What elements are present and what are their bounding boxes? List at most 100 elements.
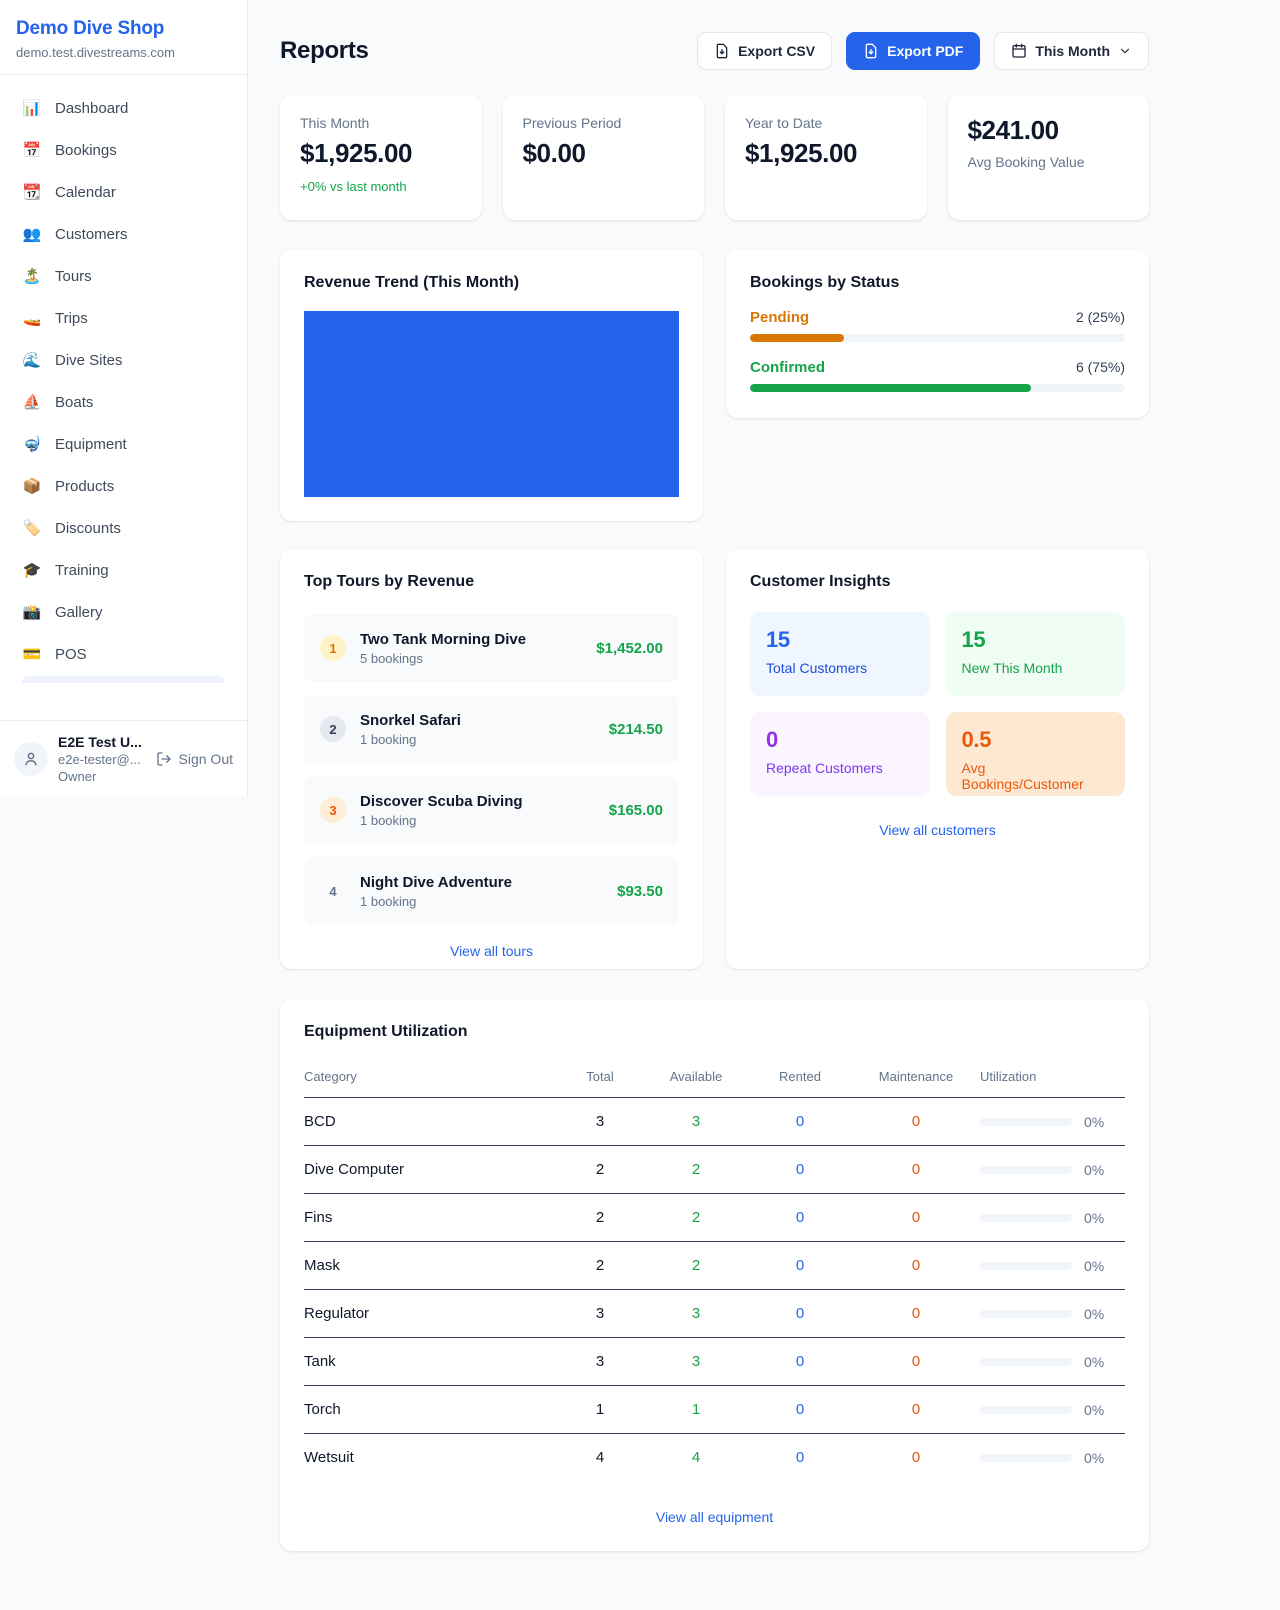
table-row: Regulator 3 3 0 0 0%: [304, 1290, 1125, 1338]
main-content: Reports Export CSV Export PDF This Month…: [248, 0, 1181, 1583]
cell-available: 2: [644, 1242, 748, 1290]
cell-total: 3: [556, 1098, 644, 1146]
tour-revenue: $165.00: [609, 802, 663, 819]
sidebar-item-pos[interactable]: 💳 POS: [12, 633, 235, 675]
stats-row: This Month $1,925.00 +0% vs last month P…: [280, 95, 1149, 220]
cell-total: 2: [556, 1242, 644, 1290]
stat-card-year-to-date: Year to Date $1,925.00: [725, 95, 927, 220]
insight-tile-total-customers: 15 Total Customers: [750, 612, 930, 696]
tour-bookings: 1 booking: [360, 732, 595, 747]
stat-value: $1,925.00: [745, 138, 907, 169]
page-header: Reports Export CSV Export PDF This Month: [280, 32, 1149, 70]
graduation-cap-icon: 🎓: [22, 563, 42, 578]
table-row: Dive Computer 2 2 0 0 0%: [304, 1146, 1125, 1194]
period-selector-button[interactable]: This Month: [994, 32, 1149, 70]
tour-list-item[interactable]: 4 Night Dive Adventure 1 booking $93.50: [304, 857, 679, 925]
cell-rented: 0: [748, 1242, 852, 1290]
sidebar-item-dive-sites[interactable]: 🌊 Dive Sites: [12, 339, 235, 381]
sidebar-item-customers[interactable]: 👥 Customers: [12, 213, 235, 255]
sidebar-item-products[interactable]: 📦 Products: [12, 465, 235, 507]
utilization-bar-track: [980, 1406, 1072, 1414]
sidebar-item-label: Equipment: [55, 436, 127, 453]
sidebar-item-label: Products: [55, 478, 114, 495]
export-csv-button[interactable]: Export CSV: [697, 32, 832, 70]
customer-insights-card: Customer Insights 15 Total Customers 15 …: [726, 549, 1149, 969]
sidebar-item-calendar[interactable]: 📆 Calendar: [12, 171, 235, 213]
status-row-confirmed: Confirmed 6 (75%): [750, 359, 1125, 392]
cell-available: 3: [644, 1098, 748, 1146]
cell-total: 3: [556, 1290, 644, 1338]
column-header-available: Available: [644, 1059, 748, 1098]
sidebar-item-gallery[interactable]: 📸 Gallery: [12, 591, 235, 633]
tour-revenue: $1,452.00: [596, 640, 663, 657]
cell-available: 1: [644, 1386, 748, 1434]
stat-value: $1,925.00: [300, 138, 462, 169]
cell-total: 2: [556, 1194, 644, 1242]
user-email: e2e-tester@...: [58, 752, 146, 767]
equipment-utilization-card: Equipment Utilization Category Total Ava…: [280, 999, 1149, 1551]
column-header-utilization: Utilization: [980, 1059, 1125, 1098]
revenue-trend-title: Revenue Trend (This Month): [304, 274, 679, 292]
tour-revenue: $93.50: [617, 883, 663, 900]
tour-list-item[interactable]: 1 Two Tank Morning Dive 5 bookings $1,45…: [304, 614, 679, 682]
insight-value: 15: [962, 627, 1110, 653]
chevron-down-icon: [1118, 44, 1132, 58]
utilization-bar-track: [980, 1166, 1072, 1174]
tour-list-item[interactable]: 3 Discover Scuba Diving 1 booking $165.0…: [304, 776, 679, 844]
cell-rented: 0: [748, 1146, 852, 1194]
insight-value: 0.5: [962, 727, 1110, 753]
sidebar-item-boats[interactable]: ⛵ Boats: [12, 381, 235, 423]
utilization-percent: 0%: [1084, 1162, 1104, 1178]
sidebar-header: Demo Dive Shop demo.test.divestreams.com: [0, 0, 247, 75]
cell-category: Regulator: [304, 1290, 556, 1338]
sidebar-item-tours[interactable]: 🏝️ Tours: [12, 255, 235, 297]
sidebar-item-label: Trips: [55, 310, 88, 327]
status-count: 2 (25%): [1076, 309, 1125, 325]
sidebar-active-item-partial[interactable]: [22, 676, 225, 683]
status-bar-track: [750, 384, 1125, 392]
sidebar-item-training[interactable]: 🎓 Training: [12, 549, 235, 591]
tour-name: Two Tank Morning Dive: [360, 631, 582, 648]
view-all-equipment-link[interactable]: View all equipment: [304, 1509, 1125, 1525]
cell-available: 3: [644, 1338, 748, 1386]
diving-mask-icon: 🤿: [22, 437, 42, 452]
shop-name: Demo Dive Shop: [16, 18, 231, 40]
sidebar-item-dashboard[interactable]: 📊 Dashboard: [12, 87, 235, 129]
sidebar-item-label: Boats: [55, 394, 93, 411]
calendar-icon: 📆: [22, 185, 42, 200]
tour-list-item[interactable]: 2 Snorkel Safari 1 booking $214.50: [304, 695, 679, 763]
cell-utilization: 0%: [980, 1338, 1125, 1386]
cell-rented: 0: [748, 1338, 852, 1386]
tour-bookings: 1 booking: [360, 894, 603, 909]
sidebar-item-label: Bookings: [55, 142, 117, 159]
cell-available: 3: [644, 1290, 748, 1338]
insight-label: Total Customers: [766, 660, 914, 676]
column-header-category: Category: [304, 1059, 556, 1098]
view-all-tours-link[interactable]: View all tours: [304, 943, 679, 959]
utilization-percent: 0%: [1084, 1354, 1104, 1370]
cell-total: 4: [556, 1434, 644, 1482]
view-all-customers-link[interactable]: View all customers: [750, 822, 1125, 838]
cell-rented: 0: [748, 1194, 852, 1242]
cell-rented: 0: [748, 1434, 852, 1482]
charts-row: Revenue Trend (This Month) Bookings by S…: [280, 250, 1149, 521]
table-row: Mask 2 2 0 0 0%: [304, 1242, 1125, 1290]
cell-available: 2: [644, 1194, 748, 1242]
stat-card-this-month: This Month $1,925.00 +0% vs last month: [280, 95, 482, 220]
cell-category: Fins: [304, 1194, 556, 1242]
cell-category: Torch: [304, 1386, 556, 1434]
tour-name: Discover Scuba Diving: [360, 793, 595, 810]
sidebar-item-trips[interactable]: 🚤 Trips: [12, 297, 235, 339]
sidebar-item-label: Calendar: [55, 184, 116, 201]
cell-maintenance: 0: [852, 1146, 980, 1194]
cell-maintenance: 0: [852, 1434, 980, 1482]
sign-out-button[interactable]: Sign Out: [156, 751, 233, 767]
sidebar-item-discounts[interactable]: 🏷️ Discounts: [12, 507, 235, 549]
tour-bookings: 1 booking: [360, 813, 595, 828]
sidebar-item-equipment[interactable]: 🤿 Equipment: [12, 423, 235, 465]
customer-insights-title: Customer Insights: [750, 573, 1125, 591]
export-pdf-button[interactable]: Export PDF: [846, 32, 980, 70]
status-row-pending: Pending 2 (25%): [750, 309, 1125, 342]
sidebar-item-bookings[interactable]: 📅 Bookings: [12, 129, 235, 171]
table-row: Fins 2 2 0 0 0%: [304, 1194, 1125, 1242]
